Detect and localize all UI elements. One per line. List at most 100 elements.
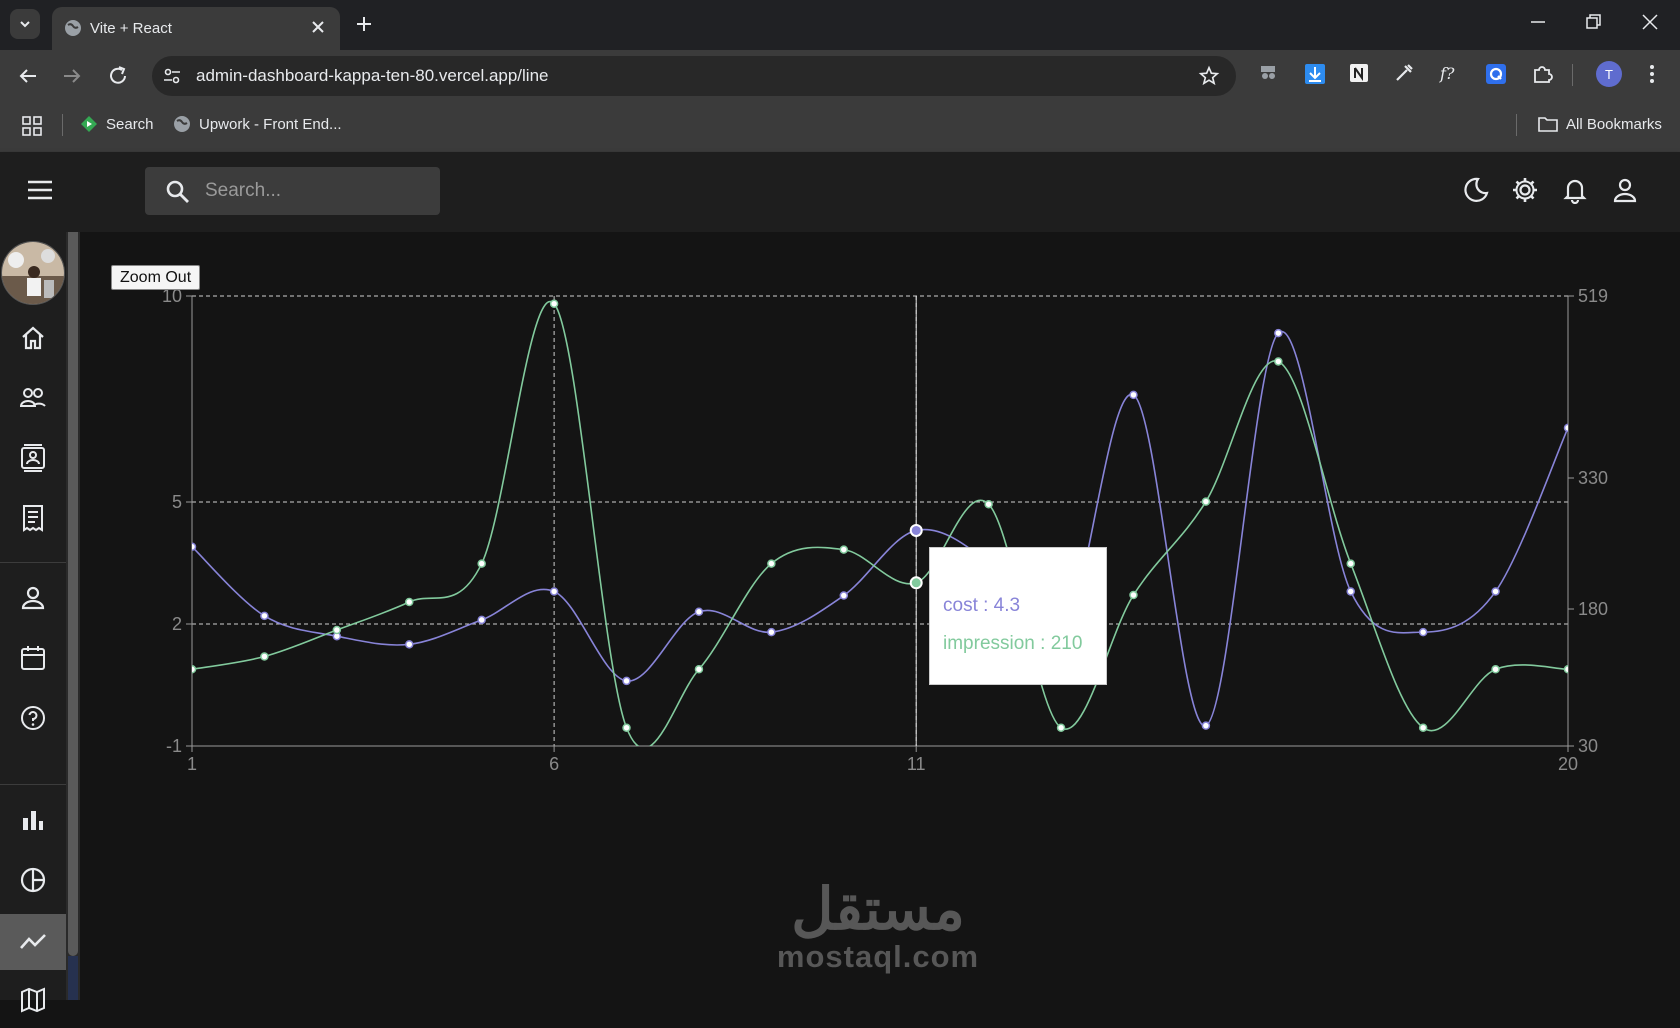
chart-axes: -12510301803305191 6 11 20 xyxy=(162,286,1608,774)
data-point-cost[interactable] xyxy=(694,607,704,617)
data-point-cost[interactable] xyxy=(549,587,559,596)
data-point-cost[interactable] xyxy=(839,591,849,600)
apps-grid-icon[interactable] xyxy=(22,116,42,136)
color-picker-icon[interactable] xyxy=(1393,62,1415,84)
bookmark-upwork[interactable]: Upwork - Front End... xyxy=(173,115,342,133)
close-icon[interactable] xyxy=(308,17,328,37)
all-bookmarks[interactable]: All Bookmarks xyxy=(1538,115,1662,133)
chart-tooltip: cost : 4.3 impression : 210 xyxy=(929,547,1107,685)
sidebar-divider xyxy=(0,784,66,785)
data-point-impression[interactable] xyxy=(477,559,486,568)
data-point-impression[interactable] xyxy=(622,723,631,732)
minimize-icon[interactable] xyxy=(1528,12,1548,32)
active-point-cost[interactable] xyxy=(909,523,923,537)
data-point-cost[interactable] xyxy=(1129,390,1138,400)
data-point-impression[interactable] xyxy=(332,625,342,635)
data-point-impression[interactable] xyxy=(1056,723,1066,732)
data-point-cost[interactable] xyxy=(1274,328,1283,338)
chart-series xyxy=(189,299,1572,746)
back-icon[interactable] xyxy=(16,64,40,88)
data-point-cost[interactable] xyxy=(1491,587,1500,596)
notion-clipper-icon[interactable] xyxy=(1348,62,1370,84)
sidebar-item-faq[interactable] xyxy=(0,690,66,746)
browser-profile-avatar[interactable]: T xyxy=(1596,61,1622,87)
settings-gear-icon[interactable] xyxy=(1511,176,1539,204)
data-point-impression[interactable] xyxy=(260,652,269,661)
user-account-icon[interactable] xyxy=(1611,176,1639,204)
menu-icon[interactable] xyxy=(26,178,54,202)
dark-mode-moon-icon[interactable] xyxy=(1462,176,1490,204)
map-icon xyxy=(21,987,45,1013)
zoom-out-button[interactable]: Zoom Out xyxy=(111,265,201,290)
sidebar-item-contacts[interactable] xyxy=(0,430,66,486)
sidebar-item-invoices[interactable] xyxy=(0,490,66,546)
sidebar xyxy=(0,232,66,1013)
sidebar-scrollbar[interactable] xyxy=(66,232,80,1000)
tab-search-button[interactable] xyxy=(10,9,40,39)
site-info-icon[interactable] xyxy=(162,66,182,86)
chart-active-markers xyxy=(909,296,923,746)
data-point-cost[interactable] xyxy=(189,542,197,551)
browser-tab[interactable]: Vite + React xyxy=(52,7,340,50)
forward-icon[interactable] xyxy=(60,64,84,88)
data-point-cost[interactable] xyxy=(477,615,486,625)
data-point-cost[interactable] xyxy=(405,640,414,649)
sidebar-item-geography[interactable] xyxy=(0,972,66,1028)
more-menu-icon[interactable] xyxy=(1644,62,1660,86)
data-point-cost[interactable] xyxy=(1201,721,1211,730)
restore-icon[interactable] xyxy=(1583,12,1603,32)
new-tab-icon[interactable] xyxy=(352,12,376,36)
active-point-impression[interactable] xyxy=(909,576,923,590)
data-point-impression[interactable] xyxy=(767,559,776,568)
download-manager-icon[interactable] xyxy=(1303,62,1327,86)
data-point-impression[interactable] xyxy=(984,499,993,509)
app-topbar xyxy=(0,152,1680,232)
data-point-impression[interactable] xyxy=(1201,497,1211,506)
search-icon[interactable] xyxy=(165,179,191,205)
search-input[interactable] xyxy=(205,177,425,205)
extensions-puzzle-icon[interactable] xyxy=(1530,62,1554,86)
data-point-cost[interactable] xyxy=(1346,587,1355,596)
data-point-impression[interactable] xyxy=(1274,357,1283,366)
sidebar-item-team[interactable] xyxy=(0,370,66,426)
data-point-cost[interactable] xyxy=(1563,423,1572,433)
data-point-impression[interactable] xyxy=(1563,665,1572,674)
sidebar-item-pie-chart[interactable] xyxy=(0,852,66,908)
sidebar-item-bar-chart[interactable] xyxy=(0,792,66,848)
invoices-icon xyxy=(23,505,43,532)
address-bar[interactable]: admin-dashboard-kappa-ten-80.vercel.app/… xyxy=(152,56,1236,96)
extension-spy-icon[interactable] xyxy=(1258,62,1280,84)
data-point-impression[interactable] xyxy=(694,665,704,674)
series-line-cost xyxy=(192,330,1568,727)
bookmark-star-icon[interactable] xyxy=(1198,65,1220,87)
data-point-impression[interactable] xyxy=(189,665,197,674)
data-point-impression[interactable] xyxy=(1418,723,1428,732)
globe-icon xyxy=(174,116,190,132)
left-tick-label: -1 xyxy=(166,736,182,756)
data-point-cost[interactable] xyxy=(767,627,776,637)
data-point-impression[interactable] xyxy=(839,545,849,554)
sidebar-item-line-chart[interactable] xyxy=(0,914,66,970)
window-close-icon[interactable] xyxy=(1640,12,1660,32)
sidebar-item-calendar[interactable] xyxy=(0,630,66,686)
data-point-impression[interactable] xyxy=(1491,665,1500,674)
data-point-cost[interactable] xyxy=(1418,627,1428,637)
data-point-impression[interactable] xyxy=(1129,590,1138,600)
sidebar-item-dashboard[interactable] xyxy=(0,310,66,366)
data-point-impression[interactable] xyxy=(405,597,414,607)
data-point-impression[interactable] xyxy=(1346,559,1355,568)
tooltip-cost: cost : 4.3 xyxy=(943,595,1021,616)
right-tick-label: 519 xyxy=(1578,286,1608,306)
notifications-bell-icon[interactable] xyxy=(1561,176,1589,204)
sidebar-item-profile-form[interactable] xyxy=(0,570,66,626)
q-extension-icon[interactable] xyxy=(1484,62,1508,86)
data-point-cost[interactable] xyxy=(622,676,631,686)
bookmark-search[interactable]: Search xyxy=(80,115,154,133)
globe-icon xyxy=(65,20,81,36)
formula-icon[interactable]: f? xyxy=(1438,62,1460,84)
data-point-cost[interactable] xyxy=(260,611,269,621)
tooltip-impression: impression : 210 xyxy=(943,633,1083,654)
scrollbar-thumb[interactable] xyxy=(68,232,78,956)
data-point-impression[interactable] xyxy=(549,299,559,308)
reload-icon[interactable] xyxy=(106,64,130,88)
